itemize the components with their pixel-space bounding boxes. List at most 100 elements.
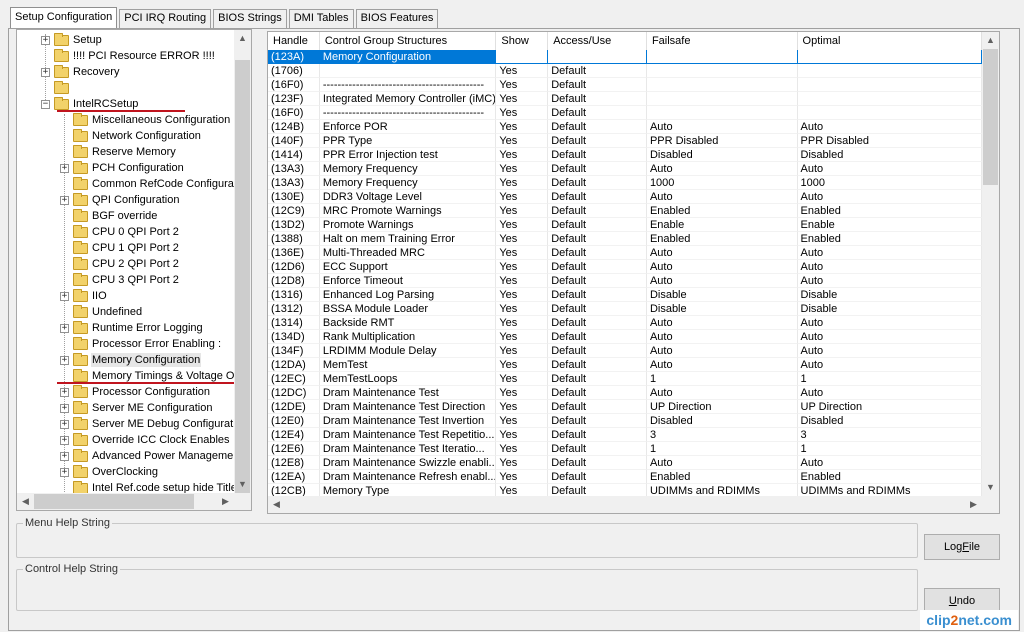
tree-scroll-thumb[interactable] — [235, 60, 250, 500]
tab-bios-features[interactable]: BIOS Features — [355, 9, 439, 28]
table-row[interactable]: (123F) Integrated Memory Controller (iMC)… — [268, 92, 982, 106]
tree-node[interactable]: + Server ME Configuration — [60, 400, 213, 416]
table-row[interactable]: (12EC) MemTestLoops Yes Default 1 1 — [268, 372, 982, 386]
expand-icon[interactable]: + — [60, 403, 69, 413]
table-row[interactable]: (16F0) ----------------------------------… — [268, 106, 982, 120]
tree-node[interactable]: Network Configuration — [60, 128, 202, 144]
grid-horizontal-scrollbar[interactable]: ◀ ▶ — [268, 496, 982, 513]
table-row[interactable]: (12D6) ECC Support Yes Default Auto Auto — [268, 260, 982, 274]
table-row[interactable]: (136E) Multi-Threaded MRC Yes Default Auto Au… — [268, 246, 982, 260]
column-header-handle[interactable]: Handle — [268, 32, 320, 50]
tree-horizontal-scrollbar[interactable]: ◀ ▶ — [17, 493, 234, 510]
tree-node[interactable]: + Override ICC Clock Enables — [60, 432, 231, 448]
tree-node[interactable]: + Advanced Power Manageme — [60, 448, 234, 464]
tree-vertical-scrollbar[interactable]: ▲ ▼ — [234, 30, 251, 500]
tree-node[interactable]: CPU 1 QPI Port 2 — [60, 240, 180, 256]
scroll-left-icon[interactable]: ◀ — [268, 496, 285, 513]
table-row[interactable]: (12D8) Enforce Timeout Yes Default Auto Auto — [268, 274, 982, 288]
expand-icon[interactable]: + — [60, 419, 69, 429]
tree-node[interactable]: + PCH Configuration — [60, 160, 185, 176]
tree-node[interactable]: + Server ME Debug Configurati — [60, 416, 234, 432]
column-header-optimal[interactable]: Optimal — [798, 32, 982, 50]
grid-vertical-scrollbar[interactable]: ▲ ▼ — [982, 32, 999, 496]
tree-node[interactable]: + QPI Configuration — [60, 192, 180, 208]
scroll-up-icon[interactable]: ▲ — [234, 30, 251, 47]
tree-node[interactable]: CPU 0 QPI Port 2 — [60, 224, 180, 240]
expand-icon[interactable]: + — [60, 195, 69, 205]
expand-icon[interactable]: + — [60, 355, 69, 365]
table-row[interactable]: (140F) PPR Type Yes Default PPR Disabled PPR … — [268, 134, 982, 148]
tree-node[interactable]: Miscellaneous Configuration — [60, 112, 231, 128]
column-header-control-group-structures[interactable]: Control Group Structures — [320, 32, 497, 50]
tree-node[interactable]: + Recovery — [41, 64, 120, 80]
setup-tree[interactable]: + Setup !!!! PCI Resource ERROR !!!! + Recov… — [16, 29, 252, 511]
scroll-right-icon[interactable]: ▶ — [217, 493, 234, 510]
scroll-up-icon[interactable]: ▲ — [982, 32, 999, 49]
tree-node[interactable]: Reserve Memory — [60, 144, 177, 160]
tree-node[interactable]: + Processor Configuration — [60, 384, 211, 400]
table-row[interactable]: (13A3) Memory Frequency Yes Default 1000 1000 — [268, 176, 982, 190]
tree-node[interactable]: + Runtime Error Logging — [60, 320, 204, 336]
tree-node[interactable]: Common RefCode Configurati — [60, 176, 234, 192]
expand-icon[interactable]: + — [60, 323, 69, 333]
table-row[interactable]: (12E8) Dram Maintenance Swizzle enabli...… — [268, 456, 982, 470]
scroll-left-icon[interactable]: ◀ — [17, 493, 34, 510]
table-row[interactable]: (12C9) MRC Promote Warnings Yes Default Enab… — [268, 204, 982, 218]
column-header-failsafe[interactable]: Failsafe — [647, 32, 798, 50]
tree-hscroll-thumb[interactable] — [34, 494, 194, 509]
tree-node[interactable]: BGF override — [60, 208, 158, 224]
tab-bios-strings[interactable]: BIOS Strings — [213, 9, 287, 28]
table-row[interactable]: (12DA) MemTest Yes Default Auto Auto — [268, 358, 982, 372]
logfile-button[interactable]: LogFile — [924, 534, 1000, 560]
table-row[interactable]: (134D) Rank Multiplication Yes Default Auto A… — [268, 330, 982, 344]
expand-icon[interactable]: + — [60, 451, 69, 461]
table-row[interactable]: (130E) DDR3 Voltage Level Yes Default Auto Au… — [268, 190, 982, 204]
table-row[interactable]: (12CB) Memory Type Yes Default UDIMMs and RD… — [268, 484, 982, 496]
table-row[interactable]: (12DC) Dram Maintenance Test Yes Default Aut… — [268, 386, 982, 400]
table-row[interactable]: (12DE) Dram Maintenance Test Direction Yes… — [268, 400, 982, 414]
tree-node[interactable]: + IIO — [60, 288, 108, 304]
table-row[interactable]: (1388) Halt on mem Training Error Yes Defau… — [268, 232, 982, 246]
tree-node[interactable]: Intel Ref.code setup hide Title — [60, 480, 234, 493]
table-row[interactable]: (1706) Yes Default — [268, 64, 982, 78]
tree-node[interactable]: + OverClocking — [60, 464, 159, 480]
tree-node[interactable]: Undefined — [60, 304, 143, 320]
table-row[interactable]: (1316) Enhanced Log Parsing Yes Default Disa… — [268, 288, 982, 302]
scroll-down-icon[interactable]: ▼ — [982, 479, 999, 496]
table-row[interactable]: (12E6) Dram Maintenance Test Iteratio... Y… — [268, 442, 982, 456]
tab-dmi-tables[interactable]: DMI Tables — [288, 9, 354, 28]
column-header-show[interactable]: Show — [496, 32, 549, 50]
expand-icon[interactable]: + — [60, 467, 69, 477]
expand-icon[interactable]: + — [60, 291, 69, 301]
scroll-right-icon[interactable]: ▶ — [965, 496, 982, 513]
table-row[interactable]: (1414) PPR Error Injection test Yes Default… — [268, 148, 982, 162]
table-row[interactable]: (13D2) Promote Warnings Yes Default Enable En… — [268, 218, 982, 232]
tree-node[interactable]: CPU 2 QPI Port 2 — [60, 256, 180, 272]
table-row[interactable]: (12E0) Dram Maintenance Test Invertion Yes… — [268, 414, 982, 428]
tree-node[interactable]: Processor Error Enabling : — [60, 336, 222, 352]
tree-node[interactable]: !!!! PCI Resource ERROR !!!! — [41, 48, 216, 64]
table-row[interactable]: (1312) BSSA Module Loader Yes Default Disabl… — [268, 302, 982, 316]
expand-icon[interactable]: + — [60, 163, 69, 173]
grid-scroll-thumb[interactable] — [983, 49, 998, 185]
table-row[interactable]: (134F) LRDIMM Module Delay Yes Default Auto A… — [268, 344, 982, 358]
scroll-down-icon[interactable]: ▼ — [234, 476, 251, 493]
table-row[interactable]: (1314) Backside RMT Yes Default Auto Auto — [268, 316, 982, 330]
table-row[interactable]: (12EA) Dram Maintenance Refresh enabl... Y… — [268, 470, 982, 484]
expand-icon[interactable]: + — [41, 35, 50, 45]
table-row[interactable]: (12E4) Dram Maintenance Test Repetitio...… — [268, 428, 982, 442]
control-grid[interactable]: Handle Control Group Structures Show Access… — [267, 31, 1000, 514]
table-row[interactable]: (124B) Enforce POR Yes Default Auto Auto — [268, 120, 982, 134]
tree-node[interactable]: CPU 3 QPI Port 2 — [60, 272, 180, 288]
table-row[interactable]: (13A3) Memory Frequency Yes Default Auto Auto — [268, 162, 982, 176]
table-row[interactable]: (123A) Memory Configuration — [268, 50, 982, 64]
collapse-icon[interactable]: − — [41, 99, 50, 109]
expand-icon[interactable]: + — [60, 387, 69, 397]
table-row[interactable]: (16F0) ----------------------------------… — [268, 78, 982, 92]
tab-setup-configuration[interactable]: Setup Configuration — [10, 7, 118, 29]
tab-pci-irq-routing[interactable]: PCI IRQ Routing — [119, 9, 212, 28]
expand-icon[interactable]: + — [41, 67, 50, 77]
column-header-access-use[interactable]: Access/Use — [548, 32, 647, 50]
tree-node[interactable] — [41, 80, 74, 96]
tree-node[interactable]: + Setup — [41, 32, 103, 48]
